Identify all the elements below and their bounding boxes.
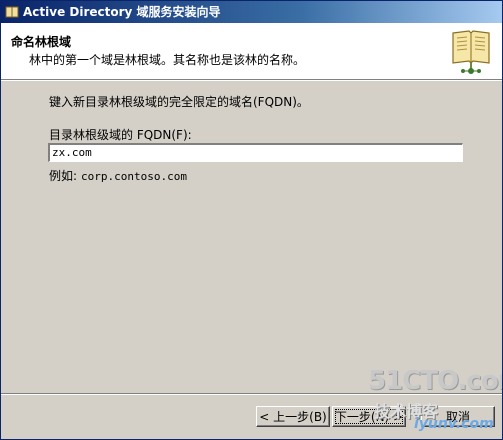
- watermark-line1: 51CTO.com: [368, 366, 502, 396]
- back-button[interactable]: < 上一步(B): [256, 406, 330, 427]
- instruction-text: 键入新目录林根级域的完全限定的域名(FQDN)。: [49, 95, 309, 109]
- book-icon: [452, 30, 490, 74]
- example-label: 例如:: [49, 169, 78, 183]
- example-text: 例如: corp.contoso.com: [49, 167, 187, 184]
- footer-divider: [1, 393, 502, 395]
- app-icon: [5, 6, 19, 18]
- fqdn-input[interactable]: [48, 143, 463, 162]
- wizard-header: 命名林根域 林中的第一个域是林根域。其名称也是该林的名称。: [1, 23, 502, 80]
- example-value: corp.contoso.com: [81, 170, 188, 183]
- header-subtitle: 林中的第一个域是林根域。其名称也是该林的名称。: [29, 53, 306, 67]
- fqdn-label: 目录林根级域的 FQDN(F):: [49, 128, 192, 142]
- window-title: Active Directory 域服务安装向导: [23, 5, 221, 19]
- cancel-button[interactable]: 取消: [421, 406, 495, 427]
- title-bar[interactable]: Active Directory 域服务安装向导: [1, 1, 502, 23]
- header-divider: [1, 80, 502, 81]
- header-title: 命名林根域: [11, 35, 72, 49]
- next-button[interactable]: 下一步(N) >: [332, 406, 406, 427]
- wizard-window: Active Directory 域服务安装向导 命名林根域 林中的第一个域是林…: [0, 0, 503, 440]
